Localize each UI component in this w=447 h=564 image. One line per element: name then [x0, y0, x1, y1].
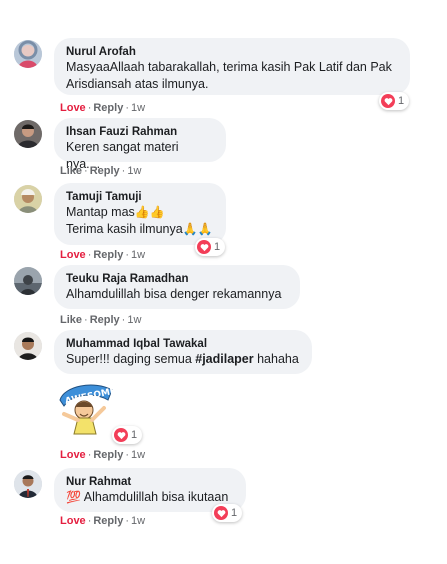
avatar[interactable]	[14, 332, 42, 360]
comment-actions: Like · Reply · 1w	[60, 314, 142, 326]
like-link[interactable]: Like	[60, 165, 82, 177]
hundred-points-emoji: 💯	[66, 490, 81, 504]
heart-icon	[114, 428, 128, 442]
author-name[interactable]: Tamuji Tamuji	[66, 190, 215, 204]
comment-actions: Love · Reply · 1w	[60, 449, 146, 461]
thumbs-up-emoji: 👍👍	[134, 205, 165, 219]
comment-actions: Love · Reply · 1w	[60, 102, 146, 114]
avatar[interactable]	[14, 185, 42, 213]
reaction-count[interactable]: 1	[212, 504, 243, 522]
timestamp[interactable]: 1w	[131, 515, 145, 527]
timestamp[interactable]: 1w	[127, 165, 141, 177]
reply-link[interactable]: Reply	[93, 102, 123, 114]
love-link[interactable]: Love	[60, 515, 86, 527]
hashtag-link[interactable]: #jadilaper	[195, 352, 253, 366]
comment-text: Mantap mas👍👍	[66, 205, 165, 219]
reaction-count[interactable]: 1	[112, 426, 143, 444]
comment-actions: Love · Reply · 1w	[60, 515, 146, 527]
reaction-count[interactable]: 1	[379, 92, 410, 110]
avatar[interactable]	[14, 267, 42, 295]
comment-bubble: Tamuji Tamuji Mantap mas👍👍 Terima kasih …	[54, 183, 226, 245]
timestamp[interactable]: 1w	[131, 449, 145, 461]
author-name[interactable]: Muhammad Iqbal Tawakal	[66, 337, 301, 351]
comment-text: Super!!! daging semua #jadilaper hahaha	[66, 352, 299, 366]
avatar[interactable]	[14, 40, 42, 68]
reply-link[interactable]: Reply	[90, 165, 120, 177]
like-link[interactable]: Like	[60, 314, 82, 326]
reaction-count[interactable]: 1	[195, 238, 226, 256]
comment-text: MasyaaAllaah tabarakallah, terima kasih …	[66, 60, 392, 74]
love-link[interactable]: Love	[60, 102, 86, 114]
awesome-sticker[interactable]: AWESOME	[54, 378, 117, 436]
heart-icon	[197, 240, 211, 254]
reply-link[interactable]: Reply	[93, 449, 123, 461]
author-name[interactable]: Ihsan Fauzi Rahman	[66, 125, 215, 139]
author-name[interactable]: Teuku Raja Ramadhan	[66, 272, 289, 286]
comment-actions: Like · Reply · 1w	[60, 165, 142, 177]
avatar[interactable]	[14, 470, 42, 498]
heart-icon	[214, 506, 228, 520]
praying-hands-emoji: 🙏🙏	[182, 222, 213, 236]
timestamp[interactable]: 1w	[131, 102, 145, 114]
comment-text: Alhamdulillah bisa denger rekamannya	[66, 287, 282, 301]
comment-bubble: Teuku Raja Ramadhan Alhamdulillah bisa d…	[54, 265, 300, 309]
reply-link[interactable]: Reply	[90, 314, 120, 326]
avatar[interactable]	[14, 120, 42, 148]
comment-bubble: Nurul Arofah MasyaaAllaah tabarakallah, …	[54, 38, 410, 95]
comment-text: Terima kasih ilmunya🙏🙏	[66, 222, 213, 236]
timestamp[interactable]: 1w	[131, 249, 145, 261]
author-name[interactable]: Nur Rahmat	[66, 475, 235, 489]
comment-bubble: Ihsan Fauzi Rahman Keren sangat materi n…	[54, 118, 226, 171]
timestamp[interactable]: 1w	[127, 314, 141, 326]
comment-text: Arisdiansah atas ilmunya.	[66, 77, 209, 91]
heart-icon	[381, 94, 395, 108]
author-name[interactable]: Nurul Arofah	[66, 45, 399, 59]
love-link[interactable]: Love	[60, 249, 86, 261]
comment-actions: Love · Reply · 1w	[60, 249, 146, 261]
reply-link[interactable]: Reply	[93, 515, 123, 527]
comment-bubble: Muhammad Iqbal Tawakal Super!!! daging s…	[54, 330, 312, 374]
comment-text: 💯 Alhamdulillah bisa ikutaan	[66, 490, 229, 504]
reply-link[interactable]: Reply	[93, 249, 123, 261]
love-link[interactable]: Love	[60, 449, 86, 461]
